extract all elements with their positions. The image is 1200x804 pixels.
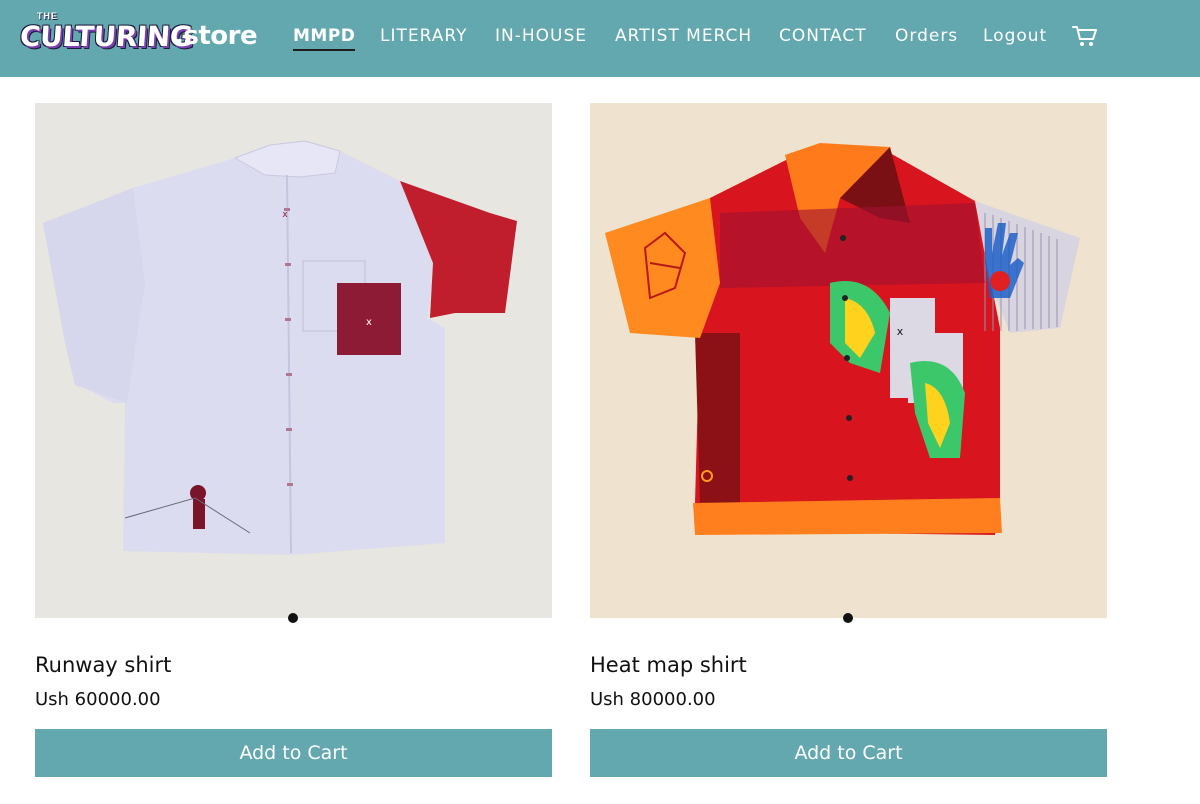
site-header: THE CULTURING .store MMPD LITERARY IN-HO… [0,0,1200,77]
nav-item-literary[interactable]: LITERARY [380,26,467,46]
nav-item-logout[interactable]: Logout [983,26,1047,46]
svg-text:x: x [366,317,372,328]
heat-map-shirt-illustration: x [605,143,1080,535]
product-title[interactable]: Heat map shirt [590,653,747,677]
main-nav: MMPD LITERARY IN-HOUSE ARTIST MERCH CONT… [0,0,1200,77]
carousel-dot[interactable] [288,613,298,623]
shopping-cart-icon[interactable] [1072,24,1098,48]
runway-shirt-illustration: x x [43,140,517,555]
svg-text:x: x [897,325,904,338]
nav-item-contact[interactable]: CONTACT [779,26,867,46]
product-image[interactable]: x x [35,103,552,618]
product-title[interactable]: Runway shirt [35,653,171,677]
nav-item-mmpd[interactable]: MMPD [293,26,356,51]
add-to-cart-button[interactable]: Add to Cart [35,729,552,777]
product-price: Ush 80000.00 [590,689,716,710]
add-to-cart-button[interactable]: Add to Cart [590,729,1107,777]
carousel-dot[interactable] [843,613,853,623]
product-price: Ush 60000.00 [35,689,161,710]
nav-item-in-house[interactable]: IN-HOUSE [495,26,587,46]
svg-text:x: x [282,210,288,220]
nav-item-artist-merch[interactable]: ARTIST MERCH [615,26,752,46]
nav-item-orders[interactable]: Orders [895,26,958,46]
product-image[interactable]: x [590,103,1107,618]
